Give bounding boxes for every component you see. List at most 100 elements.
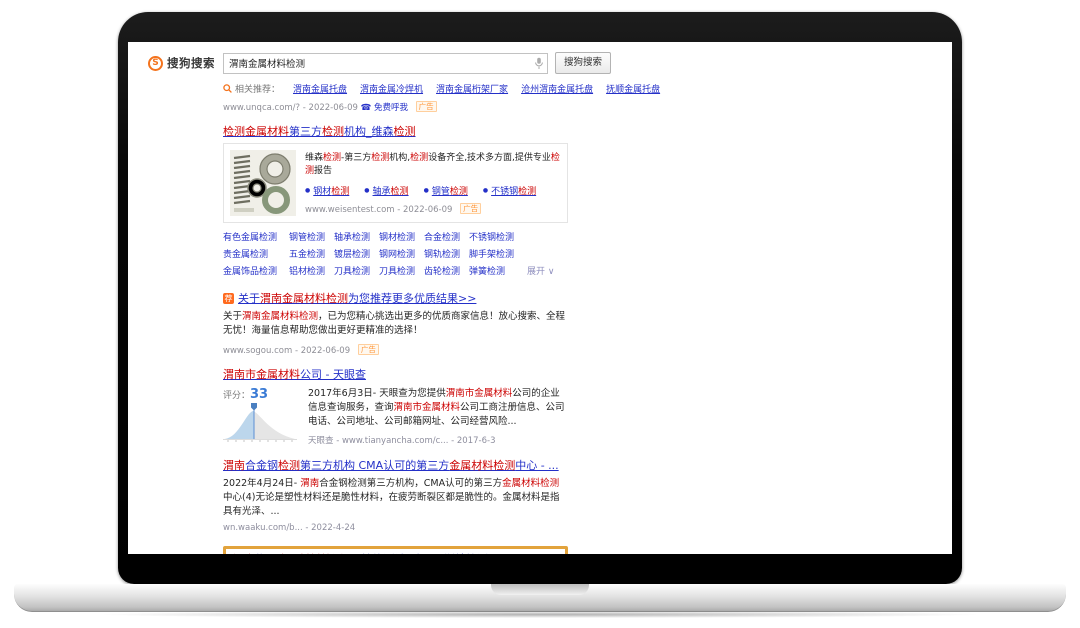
text-segment: 合金钢检测第三方机构，CMA认可的第三方 xyxy=(319,478,502,489)
result-title-weisen[interactable]: 检测金属材料第三方检测机构_维森检测 xyxy=(223,125,416,139)
score-row: 评分：33 xyxy=(223,387,299,402)
sitelink[interactable]: 脚手架检测 xyxy=(469,247,523,260)
free-call-link[interactable]: ☎ 免费呼我 xyxy=(361,103,411,113)
text-segment[interactable]: 轴承 xyxy=(373,187,391,197)
laptop-lid-notch xyxy=(491,584,589,595)
related-link[interactable]: 渭南金属冷焊机 xyxy=(360,82,423,95)
weisen-result-body: 维森检测-第三方检测机构,检测设备齐全,技术多方面,提供专业检测报告 ●钢材检测… xyxy=(305,150,561,216)
text-segment[interactable]: 合金钢 xyxy=(245,459,278,472)
bullet-icon: ● xyxy=(305,187,310,194)
highlighted-keyword[interactable]: 金属材料检测 xyxy=(449,459,515,472)
related-links: 渭南金属托盘渭南金属冷焊机渭南金属桁架厂家沧州渭南金属托盘抚顺金属托盘 xyxy=(293,82,660,95)
bullet-sitelink[interactable]: ●轴承检测 xyxy=(364,184,408,197)
related-link[interactable]: 抚顺金属托盘 xyxy=(606,82,660,95)
sitelink[interactable]: 有色金属检测 xyxy=(223,230,289,243)
sitelink[interactable]: 镀层检测 xyxy=(334,247,379,260)
text-segment: 设备齐全,技术多方面,提供专业 xyxy=(428,153,551,163)
highlighted-keyword[interactable]: 检测 xyxy=(223,125,245,138)
highlighted-keyword[interactable]: 渭南市金属材料 xyxy=(223,368,300,381)
sitelink[interactable]: 钢材检测 xyxy=(379,230,424,243)
bullet-sitelink[interactable]: ●不锈钢检测 xyxy=(483,184,536,197)
text-segment[interactable]: 中心 - ... xyxy=(515,459,558,472)
text-segment[interactable]: 钢材 xyxy=(313,187,331,197)
score-value: 33 xyxy=(250,387,268,402)
highlighted-keyword[interactable]: 渭南金属材料检测 xyxy=(260,292,348,305)
sitelink[interactable]: 铝材检测 xyxy=(289,264,334,277)
result-title-tianyancha[interactable]: 渭南市金属材料公司 - 天眼查 xyxy=(223,368,366,382)
text-segment[interactable]: 公司 - 天眼查 xyxy=(300,368,366,381)
sitelink[interactable]: 不锈钢检测 xyxy=(469,230,523,243)
result-title-sogou-rec[interactable]: 关于渭南金属材料检测为您推荐更多优质结果>> xyxy=(238,292,476,306)
text-segment[interactable]: 第三方机构 CMA认可的第三方 xyxy=(300,459,449,472)
highlighted-keyword[interactable]: 检测 xyxy=(518,187,536,197)
highlighted-keyword[interactable]: 检测 xyxy=(450,187,468,197)
sitelink[interactable]: 钢轨检测 xyxy=(424,247,469,260)
highlighted-keyword: 检测 xyxy=(410,153,428,163)
sitelink[interactable]: 钢管检测 xyxy=(289,230,334,243)
sitelink[interactable]: 刀具检测 xyxy=(334,264,379,277)
sitelink[interactable]: 钢网检测 xyxy=(379,247,424,260)
laptop-base xyxy=(14,584,1066,612)
highlighted-keyword[interactable]: 金属材料检测 xyxy=(277,553,343,554)
sitelink[interactable]: 刀具检测 xyxy=(379,264,424,277)
search-button[interactable]: 搜狗搜索 xyxy=(555,52,611,74)
sogou-logo-icon: S xyxy=(148,56,163,71)
related-link[interactable]: 沧州渭南金属托盘 xyxy=(521,82,593,95)
text-segment: 关于 xyxy=(223,311,242,322)
sogou-logo[interactable]: S 搜狗搜索 xyxy=(148,55,223,71)
sitelink[interactable]: 轴承检测 xyxy=(334,230,379,243)
weisen-thumbnail-image[interactable] xyxy=(230,150,296,216)
text-segment[interactable]: 第三方 xyxy=(289,125,322,138)
text-segment: 报告 xyxy=(314,166,332,176)
highlighted-keyword[interactable]: 渭南 xyxy=(233,553,255,554)
result-url-line: www.weisentest.com - 2022-06-09 广告 xyxy=(305,203,561,215)
highlighted-keyword[interactable]: 金属材料 xyxy=(245,125,289,138)
text-segment[interactable]: 为您推荐更多优质结果>> xyxy=(348,292,476,305)
microphone-icon[interactable] xyxy=(531,57,547,70)
text-segment[interactable]: 机构_维森 xyxy=(344,125,394,138)
related-link[interactable]: 渭南金属托盘 xyxy=(293,82,347,95)
chevron-down-icon: ∨ xyxy=(548,267,555,277)
search-header: S 搜狗搜索 搜狗搜索 xyxy=(128,42,952,74)
result-title-bestech[interactable]: 渭南物理金属材料检测##性能测试_陕西贝斯特检测公司 xyxy=(233,553,510,554)
text-segment[interactable]: 物理 xyxy=(255,553,277,554)
phone-icon: ☎ xyxy=(361,103,372,113)
text-segment: 2022年4月24日- xyxy=(223,478,300,489)
sitelink[interactable]: 合金检测 xyxy=(424,230,469,243)
text-segment[interactable]: 不锈钢 xyxy=(491,187,518,197)
text-segment[interactable]: ##性能测试_陕西贝斯特检测公司 xyxy=(343,553,510,554)
result-title-waaku[interactable]: 渭南合金钢检测第三方机构 CMA认可的第三方金属材料检测中心 - ... xyxy=(223,459,559,473)
expand-link[interactable]: 展开 ∨ xyxy=(527,264,554,277)
sitelink[interactable]: 贵金属检测 xyxy=(223,247,289,260)
sitelink[interactable]: 齿轮检测 xyxy=(424,264,469,277)
highlighted-keyword[interactable]: 检测 xyxy=(394,125,416,138)
search-input[interactable] xyxy=(224,58,531,69)
bullet-sitelink[interactable]: ●钢管检测 xyxy=(424,184,468,197)
sogou-logo-text: 搜狗搜索 xyxy=(167,55,215,71)
text-segment[interactable]: 关于 xyxy=(238,292,260,305)
sitelink[interactable]: 五金检测 xyxy=(289,247,334,260)
highlighted-keyword[interactable]: 检测 xyxy=(391,187,409,197)
search-box[interactable] xyxy=(223,53,548,74)
highlighted-keyword[interactable]: 渭南 xyxy=(223,459,245,472)
highlighted-keyword[interactable]: 检测 xyxy=(322,125,344,138)
browser-screen: S 搜狗搜索 搜狗搜索 xyxy=(128,42,952,554)
highlighted-keyword[interactable]: 检测 xyxy=(278,459,300,472)
text-segment: 中心(4)无论是塑性材料还是脆性材料，在疲劳断裂区都是脆性的。金属材料是指具有光… xyxy=(223,492,559,517)
text-segment: 机构, xyxy=(389,153,410,163)
sitelink[interactable]: 弹簧检测 xyxy=(469,264,523,277)
highlighted-keyword: 渭南 xyxy=(300,478,319,489)
related-link[interactable]: 渭南金属桁架厂家 xyxy=(436,82,508,95)
ad-badge: 广告 xyxy=(416,101,437,112)
highlighted-keyword: 检测 xyxy=(371,153,389,163)
bullet-sitelink[interactable]: ●钢材检测 xyxy=(305,184,349,197)
result-description: 2017年6月3日- 天眼查为您提供渭南市金属材料公司的企业信息查询服务，查询渭… xyxy=(308,387,568,430)
highlighted-keyword: 检测 xyxy=(323,153,341,163)
related-label: 相关推荐： xyxy=(223,82,280,95)
highlighted-keyword[interactable]: 检测 xyxy=(331,187,349,197)
tianyancha-score-chart[interactable]: 评分：33 xyxy=(223,387,299,447)
bullet-icon: ● xyxy=(483,187,488,194)
sitelink[interactable]: 金属饰品检测 xyxy=(223,264,289,277)
text-segment[interactable]: 钢管 xyxy=(432,187,450,197)
search-magnifier-icon xyxy=(223,84,232,93)
